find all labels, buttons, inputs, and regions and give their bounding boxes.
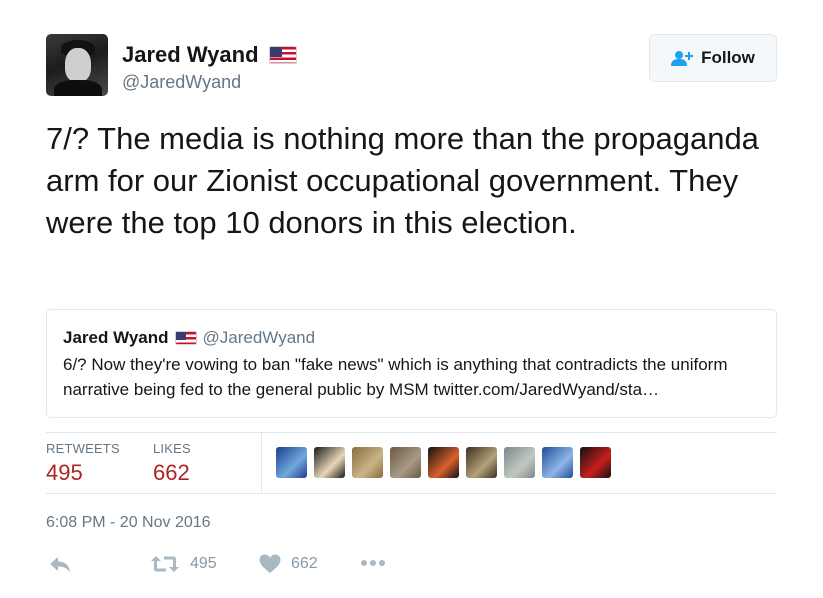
add-user-icon (671, 51, 694, 66)
avatar-shoulders (54, 80, 102, 96)
author-display-name[interactable]: Jared Wyand (122, 42, 259, 68)
liker-avatar-1[interactable] (276, 447, 307, 478)
us-flag-icon (268, 46, 297, 64)
likes-label: LIKES (153, 441, 191, 456)
quoted-tweet-header: Jared Wyand @JaredWyand (63, 328, 760, 348)
heart-icon (259, 554, 281, 573)
tweet-actions: 495 662 (46, 554, 546, 578)
retweets-stat[interactable]: RETWEETS 495 (46, 441, 120, 486)
liker-avatar-9[interactable] (580, 447, 611, 478)
liker-avatar-2[interactable] (314, 447, 345, 478)
like-button[interactable]: 662 (259, 554, 318, 574)
like-action-count: 662 (291, 555, 318, 572)
liker-avatar-3[interactable] (352, 447, 383, 478)
liker-avatar-8[interactable] (542, 447, 573, 478)
quoted-author-name: Jared Wyand (63, 328, 169, 347)
reply-icon (50, 557, 70, 572)
follow-button[interactable]: Follow (649, 34, 777, 82)
quoted-tweet[interactable]: Jared Wyand @JaredWyand 6/? Now they're … (46, 309, 777, 418)
retweet-button[interactable]: 495 (150, 554, 217, 574)
liker-avatar-4[interactable] (390, 447, 421, 478)
quoted-author-handle: @JaredWyand (202, 328, 316, 347)
retweets-count: 495 (46, 460, 83, 485)
retweet-action-count: 495 (190, 555, 217, 572)
more-options-button[interactable] (360, 558, 386, 568)
stats-separator (261, 433, 262, 492)
quoted-tweet-text: 6/? Now they're vowing to ban "fake news… (63, 355, 728, 399)
tweet-timestamp[interactable]: 6:08 PM - 20 Nov 2016 (46, 514, 211, 532)
stats-top-divider (46, 432, 777, 433)
tweet-text: 7/? The media is nothing more than the p… (46, 121, 759, 240)
liker-avatar-7[interactable] (504, 447, 535, 478)
liker-avatar-6[interactable] (466, 447, 497, 478)
author-name-row: Jared Wyand (122, 42, 297, 68)
likes-stat[interactable]: LIKES 662 (153, 441, 191, 486)
reply-button[interactable] (48, 554, 72, 574)
likes-count: 662 (153, 460, 190, 485)
likers-avatar-list (276, 447, 611, 478)
author-handle[interactable]: @JaredWyand (122, 72, 241, 93)
liker-avatar-5[interactable] (428, 447, 459, 478)
us-flag-icon (174, 331, 197, 345)
follow-button-label: Follow (701, 48, 755, 67)
avatar-face (65, 48, 91, 82)
stats-bottom-divider (46, 493, 777, 494)
retweets-label: RETWEETS (46, 441, 120, 456)
author-avatar[interactable] (46, 34, 108, 96)
retweet-icon (151, 556, 179, 572)
more-dots-icon (361, 560, 385, 566)
